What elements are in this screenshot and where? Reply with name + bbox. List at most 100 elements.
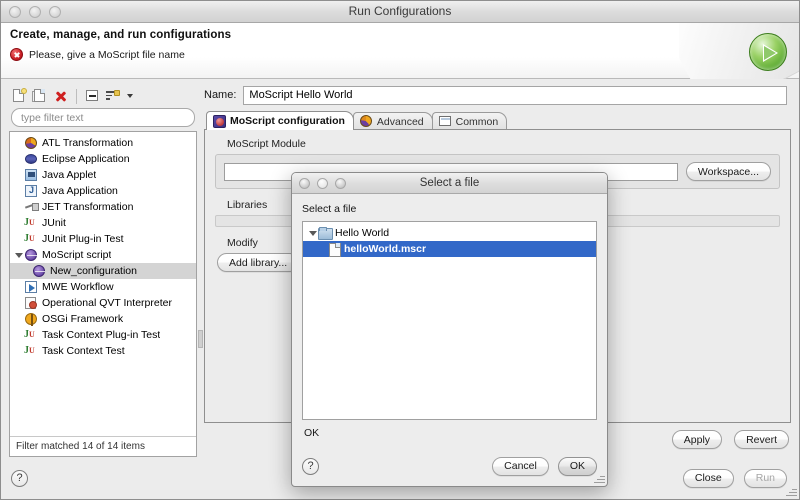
- moscript-icon: [24, 248, 39, 262]
- toolbar-separator: [76, 88, 77, 104]
- junit-icon: JU: [24, 345, 35, 356]
- tree-item-label: MWE Workflow: [42, 281, 114, 293]
- file-tree[interactable]: Hello World helloWorld.mscr: [302, 221, 597, 420]
- collapse-all-icon[interactable]: [84, 88, 100, 104]
- tree-item-label: Eclipse Application: [42, 153, 130, 165]
- tree-item-jet-transformation[interactable]: JET Transformation: [10, 199, 196, 215]
- page-title: Create, manage, and run configurations: [10, 29, 232, 41]
- validation-message-row: Please, give a MoScript file name: [10, 48, 789, 61]
- atl-icon: [24, 136, 39, 150]
- tree-item-eclipse-application[interactable]: Eclipse Application: [10, 151, 196, 167]
- tab-moscript-configuration[interactable]: MoScript configuration: [206, 111, 354, 130]
- junit-plugin-icon: JU: [24, 329, 35, 340]
- dialog-title: Select a file: [419, 177, 480, 189]
- eclipse-icon: [24, 152, 39, 166]
- dialog-prompt: Select a file: [302, 203, 357, 215]
- dialog-help-icon[interactable]: ?: [302, 457, 319, 475]
- filter-placeholder: type filter text: [21, 111, 84, 124]
- help-icon[interactable]: ?: [11, 469, 28, 487]
- tree-item-java-applet[interactable]: Java Applet: [10, 167, 196, 183]
- tree-item-moscript-script[interactable]: MoScript script: [10, 247, 196, 263]
- tree-item-operational-qvt-interpreter[interactable]: Operational QVT Interpreter: [10, 295, 196, 311]
- name-label: Name:: [204, 89, 237, 101]
- window-titlebar: Run Configurations: [1, 1, 799, 23]
- tree-item-label: MoScript script: [42, 249, 112, 261]
- validation-message: Please, give a MoScript file name: [29, 48, 185, 61]
- new-configuration-icon[interactable]: [11, 88, 27, 104]
- filter-configurations-icon[interactable]: [105, 88, 121, 104]
- tree-item-label: Task Context Plug-in Test: [42, 329, 161, 341]
- run-button[interactable]: Run: [743, 468, 787, 488]
- run-arrow-icon: [749, 33, 787, 71]
- dialog-status-text: OK: [304, 427, 320, 439]
- window-title: Run Configurations: [348, 4, 452, 18]
- tree-item-label: JET Transformation: [42, 201, 134, 213]
- sidebar-toolbar: [9, 85, 197, 107]
- expand-twisty-icon[interactable]: [14, 247, 24, 263]
- file-tree-item-label: Hello World: [335, 227, 390, 239]
- duplicate-configuration-icon[interactable]: [32, 88, 48, 104]
- delete-configuration-icon[interactable]: [53, 88, 69, 104]
- sash-grip[interactable]: [198, 330, 203, 348]
- file-tree-item-hello-world[interactable]: Hello World: [303, 225, 596, 241]
- moscript-tab-icon: [213, 114, 226, 128]
- junit-plugin-icon: JU: [24, 233, 35, 244]
- tree-item-mwe-workflow[interactable]: MWE Workflow: [10, 279, 196, 295]
- tab-common[interactable]: Common: [431, 112, 508, 130]
- tree-item-label: New_configuration: [50, 265, 137, 277]
- module-group-label: MoScript Module: [227, 138, 306, 150]
- tree-item-osgi-framework[interactable]: OSGi Framework: [10, 311, 196, 327]
- panel-sash[interactable]: [197, 85, 204, 457]
- resize-grip[interactable]: [784, 484, 797, 497]
- file-tree-item-helloworld-mscr[interactable]: helloWorld.mscr: [303, 241, 596, 257]
- cancel-button[interactable]: Cancel: [492, 456, 549, 476]
- name-input[interactable]: MoScript Hello World: [243, 85, 787, 105]
- filter-status-text: Filter matched 14 of 14 items: [10, 436, 196, 456]
- file-icon: [329, 242, 341, 257]
- tree-item-new-configuration[interactable]: New_configuration: [10, 263, 196, 279]
- revert-button[interactable]: Revert: [734, 430, 789, 449]
- tab-label: MoScript configuration: [230, 115, 345, 127]
- tabstrip: MoScript configuration Advanced Common: [204, 111, 791, 130]
- add-library-button[interactable]: Add library...: [217, 253, 300, 272]
- tree-item-label: ATL Transformation: [42, 137, 134, 149]
- name-input-value: MoScript Hello World: [249, 89, 353, 101]
- select-a-file-dialog: Select a file Select a file Hello World h…: [291, 172, 608, 487]
- workspace-button[interactable]: Workspace...: [685, 162, 771, 181]
- tree-item-junit[interactable]: JU JUnit: [10, 215, 196, 231]
- common-tab-icon: [438, 115, 452, 128]
- moscript-icon: [32, 264, 47, 278]
- expand-twisty-icon[interactable]: [308, 225, 318, 241]
- tree-item-java-application[interactable]: Java Application: [10, 183, 196, 199]
- close-button[interactable]: Close: [682, 468, 734, 488]
- apply-button[interactable]: Apply: [671, 430, 723, 449]
- tree-item-label: JUnit: [42, 217, 66, 229]
- filter-input[interactable]: type filter text: [11, 108, 195, 127]
- tab-advanced[interactable]: Advanced: [352, 112, 433, 130]
- tree-item-atl-transformation[interactable]: ATL Transformation: [10, 135, 196, 151]
- tree-item-task-context-plug-in-test[interactable]: JU Task Context Plug-in Test: [10, 327, 196, 343]
- tree-item-label: Java Application: [42, 185, 118, 197]
- configurations-tree[interactable]: ATL Transformation Eclipse Application Jav…: [9, 131, 197, 457]
- dialog-footer: ? Cancel OK: [292, 446, 607, 486]
- tree-item-label: Operational QVT Interpreter: [42, 297, 172, 309]
- name-row: Name: MoScript Hello World: [204, 85, 791, 105]
- tree-item-junit-plug-in-test[interactable]: JU JUnit Plug-in Test: [10, 231, 196, 247]
- dialog-resize-grip[interactable]: [592, 471, 605, 484]
- tree-item-label: Java Applet: [42, 169, 97, 181]
- osgi-icon: [24, 312, 39, 326]
- jet-icon: [24, 200, 39, 214]
- wizard-header: Create, manage, and run configurations P…: [1, 23, 799, 79]
- tree-item-label: Task Context Test: [42, 345, 125, 357]
- tree-item-task-context-test[interactable]: JU Task Context Test: [10, 343, 196, 359]
- chevron-down-icon[interactable]: [127, 94, 133, 98]
